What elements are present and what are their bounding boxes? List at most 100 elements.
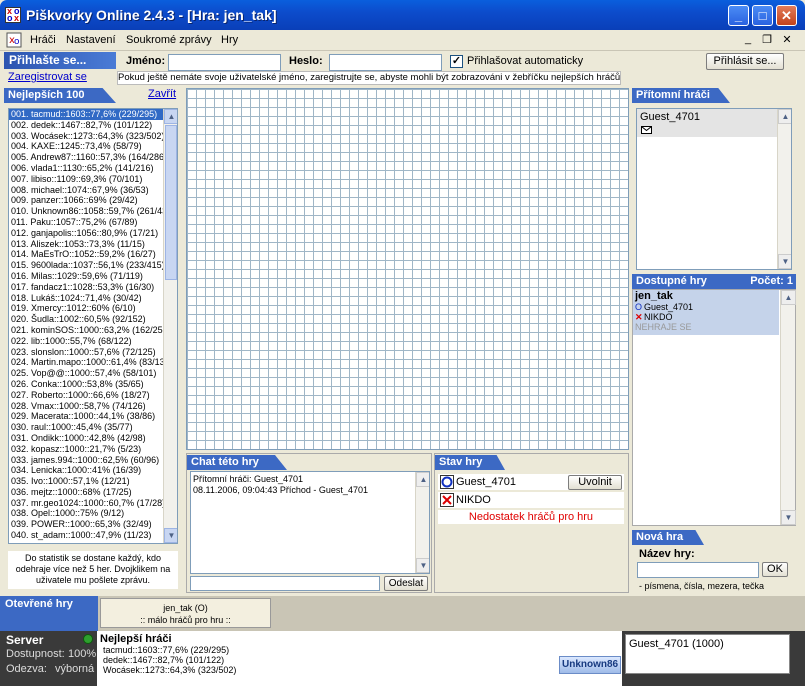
- menu-hry[interactable]: Hry: [221, 34, 238, 46]
- top100-row[interactable]: 007. libiso::1109::69,3% (70/101): [9, 174, 177, 185]
- top100-row[interactable]: 040. st_adam::1000::47,9% (11/23): [9, 530, 177, 541]
- top100-row[interactable]: 011. Paku::1057::75,2% (67/89): [9, 217, 177, 228]
- menu-nastaveni[interactable]: Nastavení: [66, 34, 116, 46]
- top100-row[interactable]: 010. Unknown86::1058::59,7% (261/437): [9, 206, 177, 217]
- status-player-x-row: NIKDO: [438, 492, 624, 508]
- window-title: Piškvorky Online 2.4.3 - [Hra: jen_tak]: [26, 7, 277, 23]
- availability-value: 100%: [68, 648, 97, 660]
- top100-row[interactable]: 015. 9600lada::1037::56,1% (233/415): [9, 260, 177, 271]
- top100-row[interactable]: 035. Ivo::1000::57,1% (12/21): [9, 476, 177, 487]
- present-player-item[interactable]: Guest_4701: [637, 109, 777, 137]
- games-scroll-up-icon[interactable]: ▲: [781, 290, 796, 305]
- top100-row[interactable]: 032. kopasz::1000::21,7% (5/23): [9, 444, 177, 455]
- top100-row[interactable]: 028. Vmax::1000::58,7% (74/126): [9, 401, 177, 412]
- top100-row[interactable]: 031. Ondikk::1000::42,8% (42/98): [9, 433, 177, 444]
- top100-row[interactable]: 005. Andrew87::1160::57,3% (164/286): [9, 152, 177, 163]
- top100-row[interactable]: 025. Vop@@::1000::57,4% (58/101): [9, 368, 177, 379]
- menu-hraci[interactable]: Hráči: [30, 34, 56, 46]
- app-icon: xo ox: [5, 6, 21, 23]
- top100-row[interactable]: 039. POWER::1000::65,3% (32/49): [9, 519, 177, 530]
- top100-row[interactable]: 016. Milas::1029::59,6% (71/119): [9, 271, 177, 282]
- top100-row[interactable]: 017. fandacz1::1028::53,3% (16/30): [9, 282, 177, 293]
- login-info: Pokud ještě nemáte svoje uživatelské jmé…: [117, 71, 621, 85]
- top100-row[interactable]: 022. lib::1000::55,7% (68/122): [9, 336, 177, 347]
- register-link[interactable]: Zaregistrovat se: [8, 71, 87, 83]
- release-button[interactable]: Uvolnit: [568, 475, 622, 490]
- game-board[interactable]: [186, 88, 629, 450]
- scroll-down-icon[interactable]: ▼: [164, 528, 177, 543]
- menu-soukrome-zpravy[interactable]: Soukromé zprávy: [126, 34, 212, 46]
- minimize-button[interactable]: _: [728, 5, 749, 26]
- top100-row[interactable]: 034. Lenicka::1000::41% (16/39): [9, 465, 177, 476]
- chat-send-button[interactable]: Odeslat: [384, 576, 428, 591]
- name-input[interactable]: [168, 54, 281, 71]
- players-scrollbar[interactable]: ▲ ▼: [777, 109, 791, 269]
- top100-row[interactable]: 020. Šudla::1002::60,5% (92/152): [9, 314, 177, 325]
- available-game-name: jen_tak: [635, 290, 673, 302]
- top100-scrollbar[interactable]: ▲ ▼: [163, 109, 177, 543]
- scroll-thumb[interactable]: [165, 125, 177, 280]
- chat-input[interactable]: [190, 576, 380, 591]
- top100-row[interactable]: 027. Roberto::1000::66,6% (18/27): [9, 390, 177, 401]
- name-label: Jméno:: [126, 55, 166, 67]
- unknown86-logo: Unknown86: [559, 656, 621, 674]
- menu-bar: xo Hráči Nastavení Soukromé zprávy Hry _…: [0, 30, 805, 51]
- players-scroll-down-icon[interactable]: ▼: [778, 254, 791, 269]
- new-game-name-input[interactable]: [637, 562, 759, 578]
- present-players-list[interactable]: Guest_4701 ▲ ▼: [636, 108, 792, 270]
- top100-row[interactable]: 026. Conka::1000::53,8% (35/65): [9, 379, 177, 390]
- top100-row[interactable]: 019. Xmercy::1012::60% (6/10): [9, 303, 177, 314]
- top100-row[interactable]: 006. vlada1::1130::65,2% (141/216): [9, 163, 177, 174]
- chat-scroll-up-icon[interactable]: ▲: [416, 472, 429, 487]
- top100-close-link[interactable]: Zavřít: [148, 88, 176, 100]
- top100-row[interactable]: 013. Aliszek::1053::73,3% (11/15): [9, 239, 177, 250]
- auto-login-checkbox[interactable]: ✓: [450, 55, 463, 68]
- top100-row[interactable]: 023. slonslon::1000::57,6% (72/125): [9, 347, 177, 358]
- available-games-list[interactable]: jen_tak O Guest_4701 ✕ NIKDO NEHRAJE SE …: [632, 289, 796, 526]
- chat-scrollbar[interactable]: ▲ ▼: [415, 472, 429, 573]
- top100-row[interactable]: 002. dedek::1467::82,7% (101/122): [9, 120, 177, 131]
- password-label: Heslo:: [289, 55, 323, 67]
- scroll-up-icon[interactable]: ▲: [164, 109, 177, 124]
- top100-row[interactable]: 038. Opel::1000::75% (9/12): [9, 508, 177, 519]
- top100-row[interactable]: 014. MaEsTrO::1052::59,2% (16/27): [9, 249, 177, 260]
- available-games-count: Počet: 1: [750, 275, 793, 287]
- top100-row[interactable]: 003. Wocásek::1273::64,3% (323/502): [9, 131, 177, 142]
- user-box: Guest_4701 (1000): [625, 634, 790, 674]
- status-bar: Server Dostupnost: 100% Odezva: výborná …: [0, 631, 805, 686]
- top100-row[interactable]: 012. ganjapolis::1056::80,9% (17/21): [9, 228, 177, 239]
- top100-row[interactable]: 008. michael::1074::67,9% (36/53): [9, 185, 177, 196]
- games-scroll-down-icon[interactable]: ▼: [781, 510, 796, 525]
- mdi-restore-icon[interactable]: ❐: [760, 33, 774, 46]
- top100-row[interactable]: 018. Lukáš::1024::71,4% (30/42): [9, 293, 177, 304]
- mdi-close-icon[interactable]: ✕: [780, 33, 794, 46]
- open-game-title: jen_tak (O): [163, 603, 208, 613]
- maximize-button[interactable]: □: [752, 5, 773, 26]
- top100-row[interactable]: 009. panzer::1066::69% (29/42): [9, 195, 177, 206]
- top100-row[interactable]: 004. KAXE::1245::73,4% (58/79): [9, 141, 177, 152]
- top100-row[interactable]: 030. raul::1000::45,4% (35/77): [9, 422, 177, 433]
- top100-row[interactable]: 021. kominSOS::1000::63,2% (162/256): [9, 325, 177, 336]
- mdi-minimize-icon[interactable]: _: [741, 33, 755, 45]
- top100-row[interactable]: 033. james.994::1000::62,5% (60/96): [9, 455, 177, 466]
- close-button[interactable]: ✕: [776, 5, 797, 26]
- top100-row[interactable]: 029. Macerata::1000::44,1% (38/86): [9, 411, 177, 422]
- top100-row[interactable]: 001. tacmud::1603::77,6% (229/295): [9, 109, 177, 120]
- auto-login-label: Přihlašovat automaticky: [467, 55, 584, 67]
- password-input[interactable]: [329, 54, 442, 71]
- login-button[interactable]: Přihlásit se...: [706, 53, 784, 70]
- top100-row[interactable]: 036. mejtz::1000::68% (17/25): [9, 487, 177, 498]
- players-scroll-up-icon[interactable]: ▲: [778, 109, 791, 124]
- chat-scroll-down-icon[interactable]: ▼: [416, 558, 429, 573]
- top100-row[interactable]: 037. mr.geo1024::1000::60,7% (17/28): [9, 498, 177, 509]
- new-game-ok-button[interactable]: OK: [762, 562, 788, 577]
- response-value: výborná: [55, 663, 95, 675]
- menu-app-icon: xo: [6, 32, 23, 48]
- login-header: Přihlašte se...: [4, 52, 116, 69]
- available-game-item[interactable]: jen_tak O Guest_4701 ✕ NIKDO NEHRAJE SE: [633, 290, 779, 335]
- open-game-card[interactable]: jen_tak (O) :: málo hráčů pro hru ::: [100, 598, 271, 628]
- top100-row[interactable]: 024. Martin.mapo::1000::61,4% (83/135): [9, 357, 177, 368]
- games-scrollbar[interactable]: ▲ ▼: [780, 290, 796, 525]
- available-games-header: Dostupné hry Počet: 1: [632, 274, 796, 289]
- top100-list[interactable]: 001. tacmud::1603::77,6% (229/295) 002. d…: [8, 108, 178, 544]
